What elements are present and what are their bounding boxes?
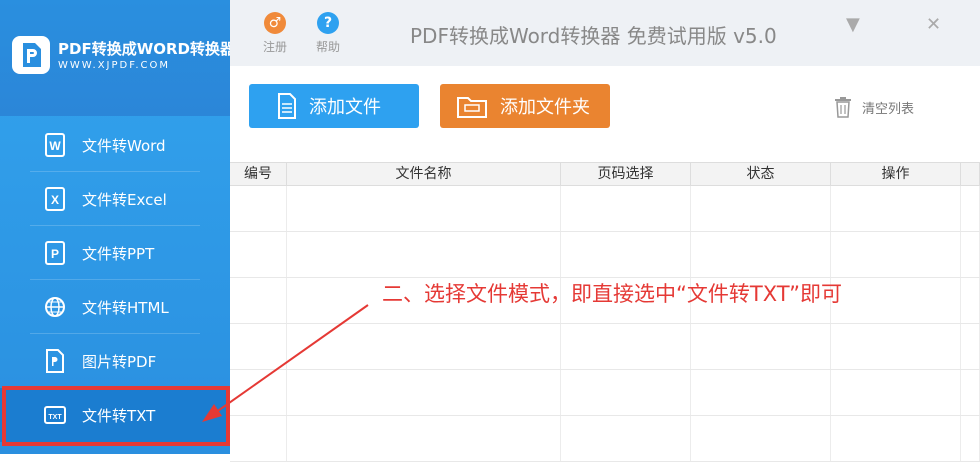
menu-item-label: 文件转Excel bbox=[82, 190, 167, 209]
user-icon: ♂ bbox=[264, 12, 286, 34]
app-logo-icon bbox=[12, 36, 50, 74]
add-folder-label: 添加文件夹 bbox=[500, 97, 590, 118]
column-header-filename[interactable]: 文件名称 bbox=[287, 163, 561, 185]
table-header: 编号 文件名称 页码选择 状态 操作 bbox=[230, 162, 980, 186]
ppt-icon: P bbox=[44, 240, 66, 266]
help-label: 帮助 bbox=[315, 40, 340, 54]
svg-text:P: P bbox=[51, 247, 59, 261]
menu-item-label: 文件转HTML bbox=[82, 298, 169, 317]
help-icon: ? bbox=[317, 12, 339, 34]
menu-item-to-word[interactable]: W 文件转Word bbox=[0, 118, 230, 172]
column-header-action[interactable]: 操作 bbox=[831, 163, 961, 185]
add-folder-button[interactable]: 添加文件夹 bbox=[440, 84, 610, 128]
menu-item-label: 图片转PDF bbox=[82, 352, 157, 371]
help-button[interactable]: ? 帮助 bbox=[308, 12, 348, 55]
brand-url: WWW.XJPDF.COM bbox=[58, 60, 171, 71]
toolbar: 添加文件 添加文件夹 清空列表 bbox=[230, 66, 980, 162]
minimize-icon[interactable]: ▼ bbox=[846, 14, 860, 35]
word-icon: W bbox=[44, 132, 66, 158]
clear-list-button[interactable]: 清空列表 bbox=[834, 96, 914, 118]
file-table: 编号 文件名称 页码选择 状态 操作 bbox=[230, 162, 980, 462]
column-header-number[interactable]: 编号 bbox=[230, 163, 287, 185]
column-header-status[interactable]: 状态 bbox=[691, 163, 831, 185]
app-title: PDF转换成Word转换器 免费试用版 v5.0 bbox=[410, 24, 777, 48]
menu-item-label: 文件转Word bbox=[82, 136, 166, 155]
excel-icon: X bbox=[44, 186, 66, 212]
column-header-spacer bbox=[961, 163, 980, 185]
add-file-button[interactable]: 添加文件 bbox=[249, 84, 419, 128]
table-row bbox=[230, 324, 980, 370]
table-row bbox=[230, 370, 980, 416]
table-row bbox=[230, 186, 980, 232]
globe-icon bbox=[44, 294, 66, 320]
add-file-label: 添加文件 bbox=[309, 97, 381, 118]
brand-header: PDF转换成WORD转换器 WWW.XJPDF.COM bbox=[0, 0, 235, 116]
svg-text:X: X bbox=[51, 193, 59, 207]
menu-item-to-excel[interactable]: X 文件转Excel bbox=[0, 172, 230, 226]
brand-title: PDF转换成WORD转换器 bbox=[58, 40, 235, 58]
trash-icon bbox=[834, 96, 852, 118]
register-button[interactable]: ♂ 注册 bbox=[255, 12, 295, 55]
image-pdf-icon bbox=[44, 348, 66, 374]
table-row bbox=[230, 416, 980, 462]
register-label: 注册 bbox=[262, 40, 287, 54]
document-icon bbox=[277, 93, 297, 119]
menu-item-to-html[interactable]: 文件转HTML bbox=[0, 280, 230, 334]
menu-item-image-to-pdf[interactable]: 图片转PDF bbox=[0, 334, 230, 388]
instruction-annotation: 二、选择文件模式，即直接选中“文件转TXT”即可 bbox=[382, 282, 842, 306]
close-icon[interactable]: ✕ bbox=[926, 14, 941, 35]
svg-text:W: W bbox=[49, 139, 61, 153]
title-bar: ♂ 注册 ? 帮助 PDF转换成Word转换器 免费试用版 v5.0 ▼ ✕ bbox=[230, 0, 980, 66]
menu-item-label: 文件转PPT bbox=[82, 244, 155, 263]
menu-item-to-ppt[interactable]: P 文件转PPT bbox=[0, 226, 230, 280]
highlight-frame bbox=[2, 386, 230, 446]
folder-icon bbox=[456, 93, 488, 119]
clear-list-label: 清空列表 bbox=[862, 101, 915, 117]
column-header-page-select[interactable]: 页码选择 bbox=[561, 163, 691, 185]
table-row bbox=[230, 232, 980, 278]
